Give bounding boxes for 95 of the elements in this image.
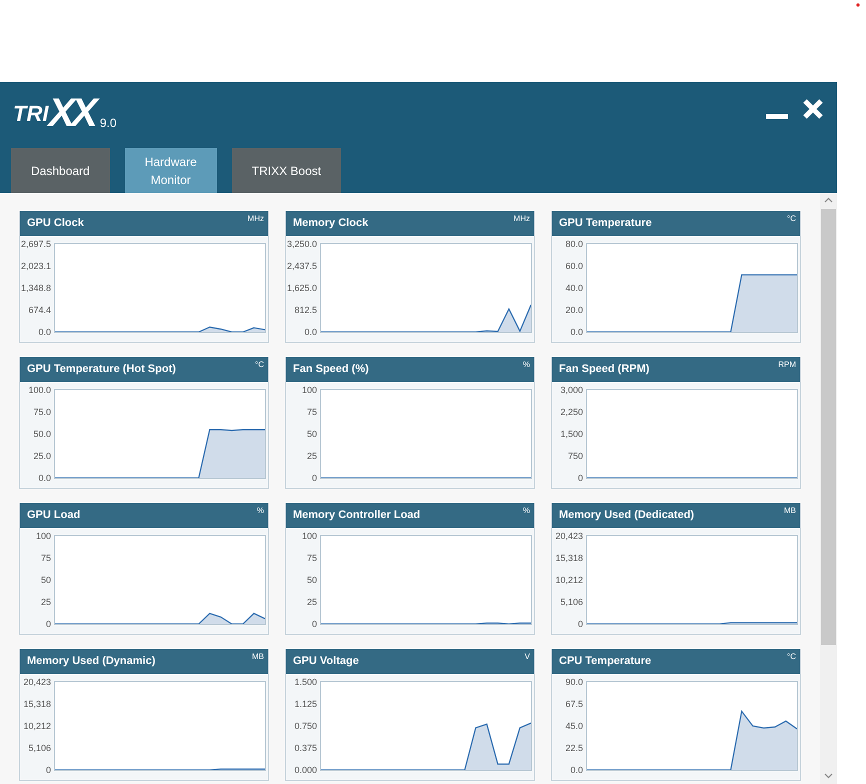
- axis-tick-label: 0.0: [570, 327, 583, 337]
- unit-label: °C: [787, 215, 796, 225]
- unit-label: MHz: [248, 215, 264, 225]
- axis-tick-label: 0: [46, 619, 51, 629]
- axis-tick-label: 50: [306, 429, 317, 439]
- scroll-down-icon[interactable]: [824, 773, 833, 779]
- axis-tick-label: 25: [40, 597, 51, 607]
- axis-tick-label: 75.0: [33, 407, 51, 417]
- axis-tick-label: 1.500: [294, 677, 317, 687]
- card-title: Fan Speed (%): [293, 362, 369, 377]
- axis-tick-label: 50.0: [33, 429, 51, 439]
- card-title: CPU Temperature: [559, 654, 652, 669]
- unit-label: MHz: [514, 215, 530, 225]
- unit-label: %: [522, 507, 530, 517]
- version-label: 9.0: [100, 115, 116, 132]
- axis-tick-label: 80.0: [565, 239, 583, 249]
- axis-tick-label: 75: [40, 553, 51, 563]
- unit-label: %: [522, 361, 530, 371]
- axis-tick-label: 0.0: [38, 327, 51, 337]
- axis-tick-label: 1,500: [560, 429, 583, 439]
- axis-tick-label: 0: [46, 765, 51, 775]
- axis-tick-label: 60.0: [565, 261, 583, 271]
- axis-tick-label: 100.0: [28, 385, 51, 395]
- axis-tick-label: 20.0: [565, 305, 583, 315]
- axis-tick-label: 0.000: [294, 765, 317, 775]
- card-title: Memory Clock: [293, 216, 368, 231]
- axis-tick-label: 812.5: [294, 305, 317, 315]
- axis-tick-label: 50: [306, 575, 317, 585]
- axis-tick-label: 20,423: [555, 531, 583, 541]
- axis-tick-label: 5,106: [28, 742, 51, 753]
- axis-tick-label: 0.750: [294, 721, 317, 731]
- axis-tick-label: 100: [302, 531, 317, 541]
- dot-mark: [856, 3, 860, 7]
- axis-tick-label: 2,697.5: [20, 239, 51, 249]
- axis-tick-label: 3,000: [560, 385, 583, 395]
- axis-tick-label: 5,106: [560, 596, 583, 607]
- axis-tick-label: 100: [302, 385, 317, 395]
- unit-label: RPM: [778, 361, 796, 371]
- card-title: Memory Used (Dynamic): [27, 654, 156, 669]
- axis-tick-label: 75: [306, 407, 317, 417]
- logo-mark: XX: [48, 96, 94, 130]
- card-title: Fan Speed (RPM): [559, 362, 650, 377]
- axis-tick-label: 2,023.1: [20, 261, 51, 271]
- axis-tick-label: 0: [578, 619, 583, 629]
- axis-tick-label: 50: [40, 575, 51, 585]
- card-title: GPU Load: [27, 508, 80, 523]
- card-title: GPU Temperature (Hot Spot): [27, 362, 176, 377]
- axis-tick-label: 20,423: [23, 677, 51, 687]
- axis-tick-label: 2,250: [560, 407, 583, 417]
- axis-tick-label: 75: [306, 553, 317, 563]
- card-title: Memory Used (Dedicated): [559, 508, 694, 523]
- axis-tick-label: 2,437.5: [286, 261, 317, 271]
- unit-label: V: [524, 653, 530, 663]
- card-title: GPU Voltage: [293, 654, 359, 669]
- axis-tick-label: 0.0: [304, 327, 317, 337]
- axis-tick-label: 25: [306, 451, 317, 461]
- axis-tick-label: 750: [568, 451, 583, 461]
- axis-tick-label: 90.0: [565, 677, 583, 687]
- card-title: GPU Temperature: [559, 216, 652, 231]
- axis-tick-label: 3,250.0: [286, 239, 317, 249]
- axis-tick-label: 25.0: [33, 451, 51, 461]
- scroll-thumb[interactable]: [821, 209, 836, 645]
- unit-label: °C: [787, 653, 796, 663]
- axis-tick-label: 0: [312, 619, 317, 629]
- axis-tick-label: 1.125: [294, 699, 317, 709]
- axis-tick-label: 674.4: [28, 304, 51, 315]
- axis-tick-label: 0.375: [294, 743, 317, 753]
- axis-tick-label: 0: [578, 473, 583, 483]
- axis-tick-label: 22.5: [565, 743, 583, 753]
- axis-tick-label: 10,212: [23, 720, 51, 731]
- axis-tick-label: 67.5: [565, 699, 583, 709]
- unit-label: °C: [255, 361, 264, 371]
- axis-tick-label: 45.0: [565, 721, 583, 731]
- axis-tick-label: 15,318: [555, 552, 583, 563]
- scroll-up-icon[interactable]: [824, 197, 833, 203]
- tab[interactable]: TRIXX Boost: [232, 148, 342, 193]
- card-title: GPU Clock: [27, 216, 84, 231]
- axis-tick-label: 0: [312, 473, 317, 483]
- axis-tick-label: 15,318: [23, 698, 51, 709]
- axis-tick-label: 1,348.8: [20, 282, 51, 293]
- axis-tick-label: 0.0: [38, 473, 51, 483]
- close-icon[interactable]: [802, 98, 824, 120]
- axis-tick-label: 10,212: [555, 574, 583, 585]
- tab[interactable]: Dashboard: [11, 148, 110, 193]
- axis-tick-label: 100: [36, 531, 51, 541]
- unit-label: MB: [784, 507, 796, 517]
- scrollbar[interactable]: [820, 193, 837, 784]
- axis-tick-label: 40.0: [565, 283, 583, 293]
- logo-prefix: TRI: [13, 103, 48, 125]
- card-title: Memory Controller Load: [293, 508, 420, 523]
- axis-tick-label: 0.0: [570, 765, 583, 775]
- unit-label: %: [256, 507, 264, 517]
- axis-tick-label: 1,625.0: [286, 283, 317, 293]
- axis-tick-label: 25: [306, 597, 317, 607]
- unit-label: MB: [252, 653, 264, 663]
